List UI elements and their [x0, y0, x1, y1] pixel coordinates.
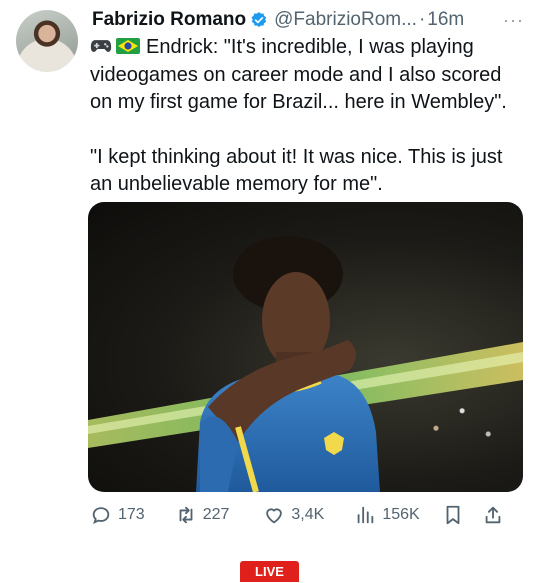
- bookmark-icon: [446, 505, 460, 525]
- author-name[interactable]: Fabrizio Romano: [92, 9, 246, 31]
- tweet-line-2: "I kept thinking about it! It was nice. …: [90, 145, 503, 196]
- bookmark-button[interactable]: [442, 504, 464, 526]
- share-icon: [485, 506, 501, 524]
- tweet-time[interactable]: 16m: [427, 9, 464, 31]
- like-icon: [266, 508, 283, 524]
- views-button[interactable]: 156K: [354, 504, 420, 526]
- tweet-paragraph-2: "I kept thinking about it! It was nice. …: [90, 144, 522, 199]
- share-button[interactable]: [482, 504, 504, 526]
- tweet-line-1: Endrick: "It's incredible, I was playing…: [90, 36, 507, 113]
- retweet-button[interactable]: 227: [175, 504, 230, 526]
- live-badge[interactable]: LIVE: [240, 561, 299, 582]
- retweet-count: 227: [202, 506, 230, 523]
- like-count: 3,4K: [291, 506, 325, 523]
- reply-icon: [92, 507, 110, 525]
- tweet-text: Endrick: "It's incredible, I was playing…: [90, 34, 522, 199]
- author-avatar[interactable]: [16, 10, 78, 72]
- reply-count: 173: [118, 506, 145, 523]
- header-separator: ·: [418, 9, 426, 30]
- tweet[interactable]: Fabrizio Romano @FabrizioRom... · 16m ··…: [0, 0, 540, 540]
- views-icon: [357, 506, 374, 524]
- tweet-photo[interactable]: [88, 202, 523, 492]
- retweet-icon: [179, 506, 193, 524]
- more-options-button[interactable]: ···: [503, 10, 524, 31]
- photo-illustration: [88, 236, 523, 492]
- verified-icon: [251, 12, 267, 27]
- controller-icon: [90, 40, 112, 52]
- views-count: 156K: [382, 506, 420, 523]
- like-button[interactable]: 3,4K: [263, 504, 324, 526]
- brazil-flag-icon: [116, 38, 140, 54]
- author-handle[interactable]: @FabrizioRom...: [274, 9, 417, 31]
- tweet-paragraph-1: Endrick: "It's incredible, I was playing…: [90, 34, 522, 117]
- tweet-actions: 173 227 3,4K 156K: [90, 500, 520, 530]
- tweet-header: Fabrizio Romano @FabrizioRom... · 16m ··…: [92, 8, 524, 32]
- reply-button[interactable]: 173: [90, 504, 145, 526]
